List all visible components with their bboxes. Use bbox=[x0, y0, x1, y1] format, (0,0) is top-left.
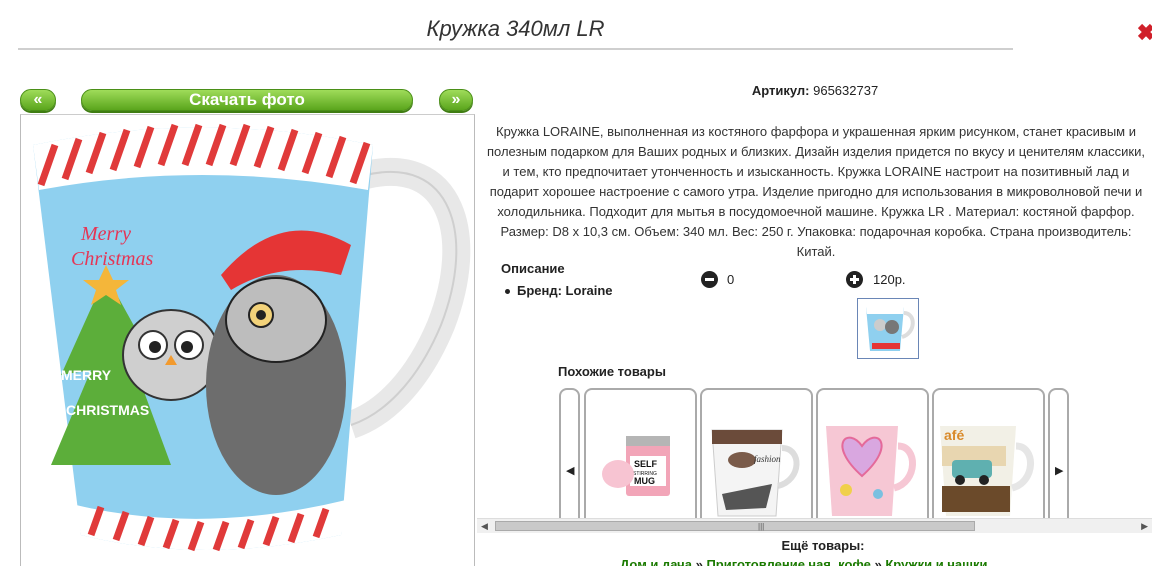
close-icon[interactable] bbox=[1138, 20, 1152, 50]
quantity-value: 0 bbox=[727, 272, 735, 287]
svg-text:Merry: Merry bbox=[80, 223, 131, 245]
sku-label: Артикул: bbox=[751, 83, 810, 98]
breadcrumb-link-home-garden[interactable]: Дом и дача bbox=[620, 557, 692, 566]
breadcrumb-link-mugs-cups[interactable]: Кружки и чашки bbox=[885, 557, 987, 566]
more-products-heading: Ещё товары: bbox=[781, 538, 865, 553]
svg-text:fashion: fashion bbox=[754, 454, 781, 464]
similar-products-heading: Похожие товары bbox=[558, 364, 666, 379]
sku-line: Артикул: 965632737 bbox=[490, 83, 1140, 98]
next-photo-button[interactable]: » bbox=[439, 89, 473, 111]
scroll-left-icon[interactable]: ◀ bbox=[481, 521, 488, 532]
svg-text:afé: afé bbox=[944, 427, 964, 443]
product-description: Кружка LORAINE, выполненная из костяного… bbox=[486, 124, 1145, 259]
page-title: Кружка 340мл LR bbox=[18, 16, 1013, 50]
scrollbar-thumb[interactable]: ||| bbox=[495, 521, 975, 531]
similar-item-car-mug[interactable]: afé bbox=[932, 388, 1045, 520]
grip-icon: ||| bbox=[758, 522, 765, 531]
breadcrumb-separator: » bbox=[691, 557, 707, 566]
breadcrumb-separator: » bbox=[870, 557, 886, 566]
svg-text:MERRY: MERRY bbox=[61, 367, 112, 383]
svg-text:MUG: MUG bbox=[634, 476, 655, 486]
carousel-next-button[interactable]: ▶ bbox=[1048, 388, 1069, 520]
similar-item-heart-mug[interactable] bbox=[816, 388, 929, 520]
download-photo-button[interactable]: Скачать фото bbox=[81, 89, 413, 111]
chevron-right-icon: ▶ bbox=[1055, 465, 1064, 477]
price: 120р. bbox=[873, 272, 906, 287]
similar-item-self-stirring-mug[interactable]: SELF STIRRING MUG bbox=[584, 388, 697, 520]
svg-text:SELF: SELF bbox=[634, 459, 658, 469]
chevron-left-icon: ◀ bbox=[566, 465, 575, 477]
plus-icon[interactable] bbox=[846, 271, 863, 288]
photo-thumbnail[interactable] bbox=[857, 298, 919, 359]
breadcrumb-link-tea-coffee[interactable]: Приготовление чая, кофе bbox=[706, 557, 870, 566]
similar-item-fashion-mug[interactable]: fashion bbox=[700, 388, 813, 520]
svg-text:Christmas: Christmas bbox=[71, 248, 153, 270]
horizontal-scrollbar[interactable]: ◀ ||| ▶ bbox=[477, 518, 1152, 533]
prev-photo-button[interactable]: « bbox=[20, 89, 56, 111]
bullet-icon bbox=[505, 289, 510, 295]
description-heading: Описание bbox=[501, 261, 565, 276]
scroll-right-icon[interactable]: ▶ bbox=[1141, 521, 1148, 532]
brand-label: Бренд: Loraine bbox=[517, 283, 613, 298]
carousel-prev-button[interactable]: ◀ bbox=[559, 388, 580, 520]
similar-products-carousel: ◀ SELF STIRRING MUG fashion afé ▶ bbox=[559, 388, 1071, 520]
brand-item: Бренд: Loraine bbox=[505, 283, 613, 298]
minus-icon[interactable] bbox=[701, 271, 718, 288]
product-photo: Merry Christmas MERRY CHRISTMAS bbox=[20, 114, 475, 566]
breadcrumb: Дом и дача » Приготовление чая, кофе » К… bbox=[620, 557, 987, 566]
svg-text:CHRISTMAS: CHRISTMAS bbox=[66, 402, 149, 418]
sku-value: 965632737 bbox=[813, 83, 879, 98]
